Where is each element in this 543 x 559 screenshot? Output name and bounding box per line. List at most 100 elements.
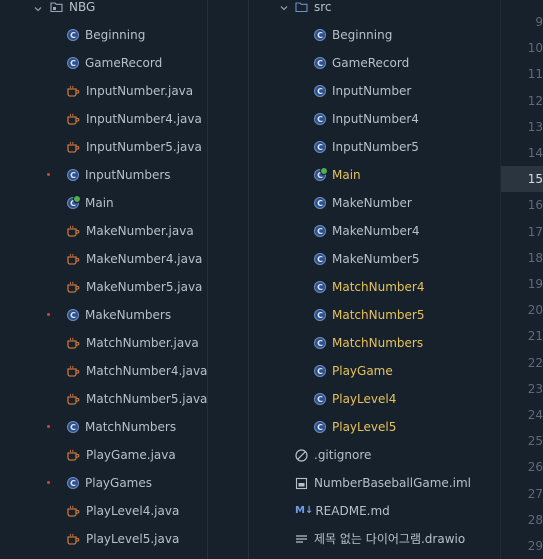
tree-item[interactable]: MakeNumber.java <box>67 217 194 245</box>
toolbar-gutter: ••• <box>208 0 248 559</box>
tree-item[interactable]: MatchNumber5.java <box>67 385 207 413</box>
class-icon: C <box>314 85 326 97</box>
tree-item-label: MakeNumber.java <box>86 224 194 238</box>
tree-item-label: MakeNumber <box>332 196 412 210</box>
tree-root-src[interactable]: src <box>295 0 332 21</box>
tree-item[interactable]: PlayGame.java <box>67 441 176 469</box>
class-icon: C <box>67 29 79 41</box>
tree-item-label: MatchNumbers <box>85 420 177 434</box>
tree-item[interactable]: C InputNumber4 <box>314 105 419 133</box>
tree-item-label: PlayGame <box>332 364 393 378</box>
class-icon: C <box>314 281 326 293</box>
tree-item[interactable]: C MatchNumber4 <box>314 273 424 301</box>
tree-item[interactable]: C InputNumber <box>314 77 411 105</box>
class-icon: C <box>314 421 326 433</box>
tree-file[interactable]: 제목 없는 다이어그램.drawio <box>295 525 465 553</box>
tree-item[interactable]: C PlayLevel5 <box>314 413 396 441</box>
java-file-icon <box>67 365 80 377</box>
line-number: 24 <box>527 408 543 422</box>
tree-item[interactable]: C MakeNumber <box>314 189 412 217</box>
java-file-icon <box>67 281 80 293</box>
class-icon: C <box>314 141 326 153</box>
tree-item[interactable]: PlayLevel5.java <box>67 525 179 553</box>
tree-item[interactable]: C MakeNumber4 <box>314 217 419 245</box>
text-file-icon <box>295 533 308 546</box>
tree-file[interactable]: NumberBaseballGame.iml <box>295 469 471 497</box>
project-tree-left: NBG C Beginning C GameRecord InputNumber.java… <box>0 0 207 559</box>
line-number: 20 <box>527 303 543 318</box>
tree-item[interactable]: C Main <box>314 161 361 189</box>
tree-item-label: GameRecord <box>332 56 410 70</box>
class-icon: C <box>67 477 79 489</box>
tree-item[interactable]: C GameRecord <box>314 49 409 77</box>
line-number: 28 <box>527 512 543 527</box>
class-icon: C <box>67 169 79 181</box>
iml-file-icon <box>295 477 308 490</box>
java-file-icon <box>67 505 80 517</box>
tree-item[interactable]: C Beginning <box>314 21 392 49</box>
java-file-icon <box>67 337 80 349</box>
line-number: 11 <box>527 67 543 82</box>
class-icon: C <box>314 113 326 125</box>
project-tree-right: src C Beginning C GameRecord C InputNumber C Inp… <box>249 0 500 559</box>
java-file-icon <box>67 449 80 461</box>
tree-item[interactable]: MatchNumber4.java <box>67 357 207 385</box>
tree-item[interactable]: C Beginning <box>67 21 145 49</box>
tree-item[interactable]: C MatchNumber5 <box>314 301 424 329</box>
tree-item-label: MatchNumber4 <box>332 280 425 294</box>
java-file-icon <box>67 253 80 265</box>
tree-item[interactable]: PlayLevel4.java <box>67 497 179 525</box>
tree-item[interactable]: MakeNumber5.java <box>67 273 202 301</box>
tree-item[interactable]: C MakeNumber5 <box>314 245 419 273</box>
tree-item[interactable]: MakeNumber4.java <box>67 245 202 273</box>
tree-file[interactable]: M↓ README.md <box>295 497 390 525</box>
tree-item-label: MatchNumber.java <box>86 336 199 350</box>
line-number: 29 <box>527 539 543 553</box>
tree-item[interactable]: C InputNumber5 <box>314 133 419 161</box>
line-number: 17 <box>527 224 543 239</box>
line-number: 14 <box>527 146 543 160</box>
class-icon: C <box>314 57 326 69</box>
tree-item[interactable]: InputNumber5.java <box>67 133 202 161</box>
tree-item[interactable]: C Main <box>67 189 114 217</box>
java-file-icon <box>67 533 80 545</box>
tree-item[interactable]: InputNumber4.java <box>67 105 202 133</box>
markdown-icon: M↓ <box>295 504 314 516</box>
line-number: 23 <box>527 381 543 396</box>
class-icon: C <box>67 309 79 321</box>
chevron-down-icon[interactable] <box>279 2 289 12</box>
tree-item[interactable]: C MatchNumbers <box>67 413 176 441</box>
tree-item[interactable]: C PlayGames <box>67 469 152 497</box>
tree-item-label: PlayLevel5 <box>332 420 397 434</box>
tree-root-nbg[interactable]: NBG <box>50 0 95 21</box>
tree-item-label: InputNumber.java <box>86 84 194 98</box>
tree-item[interactable]: C GameRecord <box>67 49 162 77</box>
tree-item[interactable]: C PlayLevel4 <box>314 385 396 413</box>
tree-item[interactable]: C MatchNumbers <box>314 329 423 357</box>
class-icon: C <box>314 393 326 405</box>
tree-item[interactable]: InputNumber.java <box>67 77 193 105</box>
line-number: 12 <box>527 93 543 108</box>
java-file-icon <box>67 393 80 405</box>
class-icon: C <box>314 29 326 41</box>
tree-item-label: MatchNumber5.java <box>86 392 207 406</box>
tree-item[interactable]: C InputNumbers <box>67 161 171 189</box>
tree-item-label: Beginning <box>85 28 146 42</box>
tree-root-label: NBG <box>69 0 96 14</box>
tree-file-label: .gitignore <box>314 448 372 462</box>
error-marker <box>47 173 50 176</box>
tree-item[interactable]: C PlayGame <box>314 357 393 385</box>
chevron-down-icon[interactable] <box>33 3 43 13</box>
java-file-icon <box>67 113 80 125</box>
class-icon: C <box>67 57 79 69</box>
tree-file[interactable]: .gitignore <box>295 441 371 469</box>
line-number: 16 <box>527 198 543 213</box>
tree-item-label: InputNumber5 <box>332 140 419 154</box>
module-folder-icon <box>50 1 63 14</box>
tree-item-label: Main <box>332 168 361 182</box>
error-marker <box>47 425 50 428</box>
tree-item[interactable]: C MakeNumbers <box>67 301 171 329</box>
tree-item-label: PlayLevel4 <box>332 392 397 406</box>
editor-line-gutter: 9 10 11 12 13 14 15 16 17 18 19 20 21 22 23 24 25 26 27 28 2… <box>501 0 543 559</box>
tree-item[interactable]: MatchNumber.java <box>67 329 199 357</box>
